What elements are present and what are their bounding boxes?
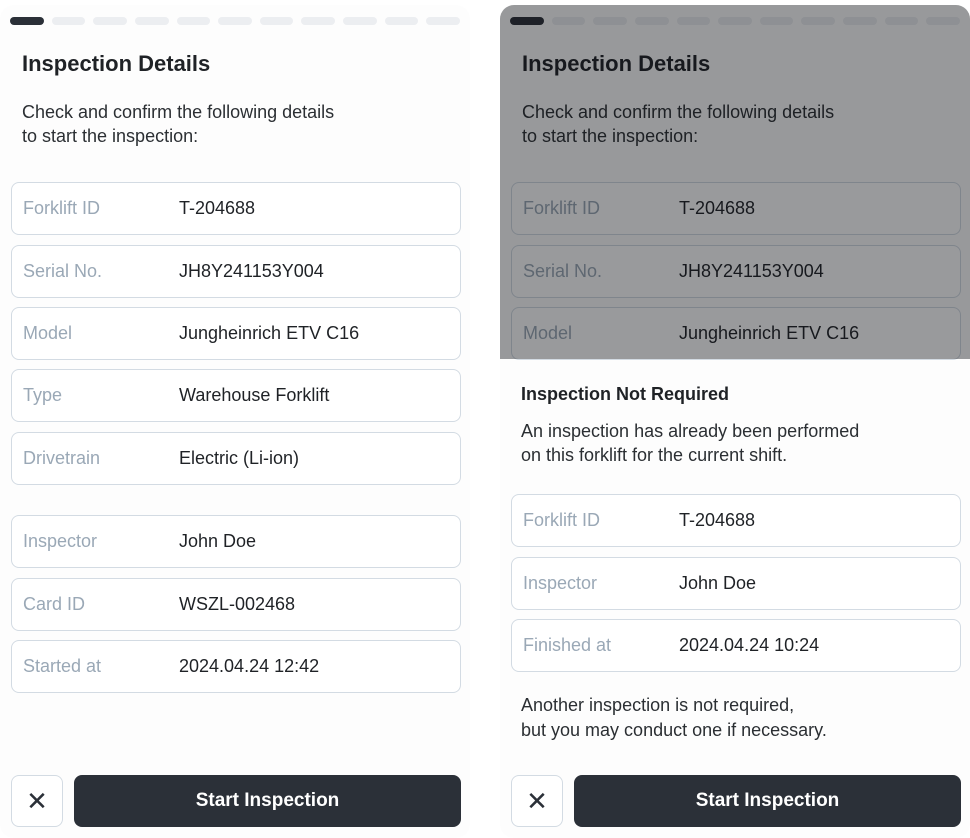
field-value: WSZL-002468: [179, 594, 296, 614]
field-value: 2024.04.24 10:24: [679, 635, 820, 655]
field-value: T-204688: [179, 198, 256, 218]
progress-step: [93, 17, 127, 25]
field-label: Model: [23, 323, 73, 343]
field-label: Serial No.: [23, 261, 103, 281]
subtitle-line: to start the inspection:: [22, 126, 199, 146]
inspection-not-required-screen: Inspection Details Check and confirm the…: [500, 5, 970, 838]
field-label: Forklift ID: [23, 198, 101, 218]
detail-row-forklift-id: Forklift ID T-204688: [11, 182, 461, 235]
subtitle-line: Check and confirm the following details: [22, 102, 335, 122]
modal-message: An inspection has already been performed…: [521, 419, 951, 467]
detail-row-model: Model Jungheinrich ETV C16: [11, 307, 461, 360]
field-value: John Doe: [179, 531, 257, 551]
detail-row-started-at: Started at 2024.04.24 12:42: [11, 640, 461, 693]
progress-step: [426, 17, 461, 25]
field-value: Jungheinrich ETV C16: [179, 323, 360, 343]
modal-note-line: Another inspection is not required,: [521, 695, 795, 715]
close-icon: ✕: [26, 785, 48, 816]
field-label: Finished at: [523, 635, 612, 655]
progress-step: [384, 17, 419, 25]
close-button[interactable]: ✕: [511, 775, 563, 827]
close-icon: ✕: [526, 785, 548, 816]
progress-step: [10, 17, 44, 25]
progress-step: [51, 17, 86, 25]
modal-message-line: An inspection has already been performed: [521, 421, 860, 441]
modal-row-forklift-id: Forklift ID T-204688: [511, 494, 961, 547]
page-subtitle: Check and confirm the following details …: [22, 100, 442, 148]
modal-note-line: but you may conduct one if necessary.: [521, 720, 827, 740]
field-value: John Doe: [679, 573, 757, 593]
field-label: Inspector: [23, 531, 98, 551]
start-inspection-button[interactable]: Start Inspection: [74, 775, 461, 827]
step-progress-bar: [10, 17, 461, 25]
close-button[interactable]: ✕: [11, 775, 63, 827]
progress-step: [134, 17, 169, 25]
field-value: Electric (Li-ion): [179, 448, 300, 468]
field-label: Started at: [23, 656, 102, 676]
field-label: Inspector: [523, 573, 598, 593]
progress-step: [218, 17, 252, 25]
detail-row-card-id: Card ID WSZL-002468: [11, 578, 461, 631]
progress-step: [176, 17, 211, 25]
modal-backdrop[interactable]: [500, 5, 970, 359]
progress-step: [301, 17, 336, 25]
start-inspection-button[interactable]: Start Inspection: [574, 775, 961, 827]
field-label: Type: [23, 385, 63, 405]
detail-row-serial-no: Serial No. JH8Y241153Y004: [11, 245, 461, 298]
detail-row-drivetrain: Drivetrain Electric (Li-ion): [11, 432, 461, 485]
field-label: Drivetrain: [23, 448, 101, 468]
modal-message-line: on this forklift for the current shift.: [521, 445, 788, 465]
field-label: Forklift ID: [523, 510, 601, 530]
detail-row-type: Type Warehouse Forklift: [11, 369, 461, 422]
progress-step: [343, 17, 377, 25]
page-title: Inspection Details: [22, 51, 211, 76]
modal-title: Inspection Not Required: [521, 384, 730, 404]
field-label: Card ID: [23, 594, 86, 614]
modal-note: Another inspection is not required, but …: [521, 693, 951, 743]
field-value: JH8Y241153Y004: [179, 261, 324, 281]
field-value: Warehouse Forklift: [179, 385, 330, 405]
detail-row-inspector: Inspector John Doe: [11, 515, 461, 568]
field-value: T-204688: [679, 510, 756, 530]
modal-row-finished-at: Finished at 2024.04.24 10:24: [511, 619, 961, 672]
field-value: 2024.04.24 12:42: [179, 656, 320, 676]
inspection-details-screen: Inspection Details Check and confirm the…: [0, 5, 470, 838]
modal-row-inspector: Inspector John Doe: [511, 557, 961, 610]
progress-step: [259, 17, 294, 25]
